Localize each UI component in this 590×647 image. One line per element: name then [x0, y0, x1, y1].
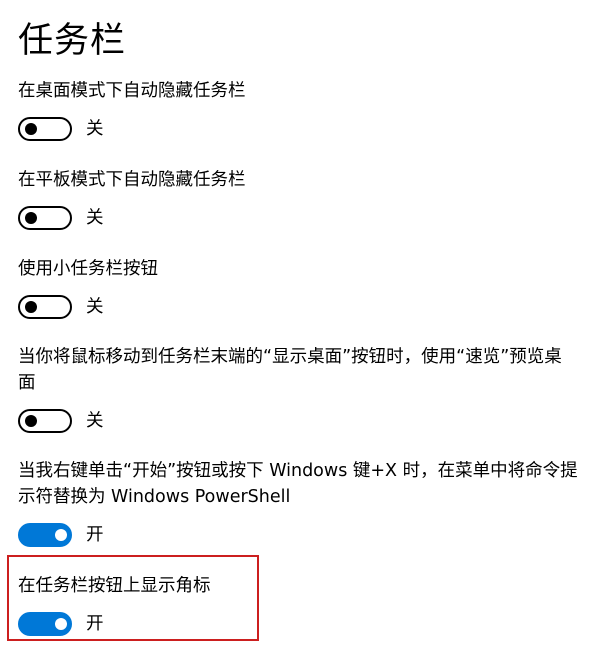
settings-page: 任务栏 在桌面模式下自动隐藏任务栏 关 在平板模式下自动隐藏任务栏 关 使用小任…: [0, 0, 590, 647]
toggle-state-text: 开: [86, 614, 104, 634]
setting-label: 当我右键单击“开始”按钮或按下 Windows 键+X 时，在菜单中将命令提示符…: [18, 461, 578, 507]
setting-label: 在平板模式下自动隐藏任务栏: [18, 170, 246, 190]
toggle-row: 关: [18, 408, 168, 434]
powershell-replace-toggle[interactable]: [18, 523, 72, 547]
toggle-knob: [25, 212, 37, 224]
toggle-row: 关: [18, 294, 168, 320]
small-buttons-toggle[interactable]: [18, 295, 72, 319]
toggle-knob: [25, 301, 37, 313]
toggle-state-text: 关: [86, 411, 104, 431]
autohide-desktop-toggle[interactable]: [18, 117, 72, 141]
toggle-knob: [25, 415, 37, 427]
toggle-state-text: 开: [86, 525, 104, 545]
autohide-tablet-toggle[interactable]: [18, 206, 72, 230]
toggle-knob: [55, 529, 67, 541]
toggle-state-text: 关: [86, 208, 104, 228]
setting-label: 使用小任务栏按钮: [18, 259, 158, 279]
toggle-state-text: 关: [86, 119, 104, 139]
toggle-row: 关: [18, 116, 168, 142]
setting-label: 在桌面模式下自动隐藏任务栏: [18, 81, 246, 101]
setting-label: 在任务栏按钮上显示角标: [18, 576, 211, 596]
toggle-state-text: 关: [86, 297, 104, 317]
setting-label: 当你将鼠标移动到任务栏末端的“显示桌面”按钮时，使用“速览”预览桌面: [18, 347, 562, 393]
toggle-row: 开: [18, 522, 168, 548]
toggle-row: 开: [18, 611, 168, 637]
peek-desktop-toggle[interactable]: [18, 409, 72, 433]
show-badges-toggle[interactable]: [18, 612, 72, 636]
page-title: 任务栏: [18, 21, 127, 61]
toggle-knob: [55, 618, 67, 630]
toggle-knob: [25, 123, 37, 135]
toggle-row: 关: [18, 205, 168, 231]
